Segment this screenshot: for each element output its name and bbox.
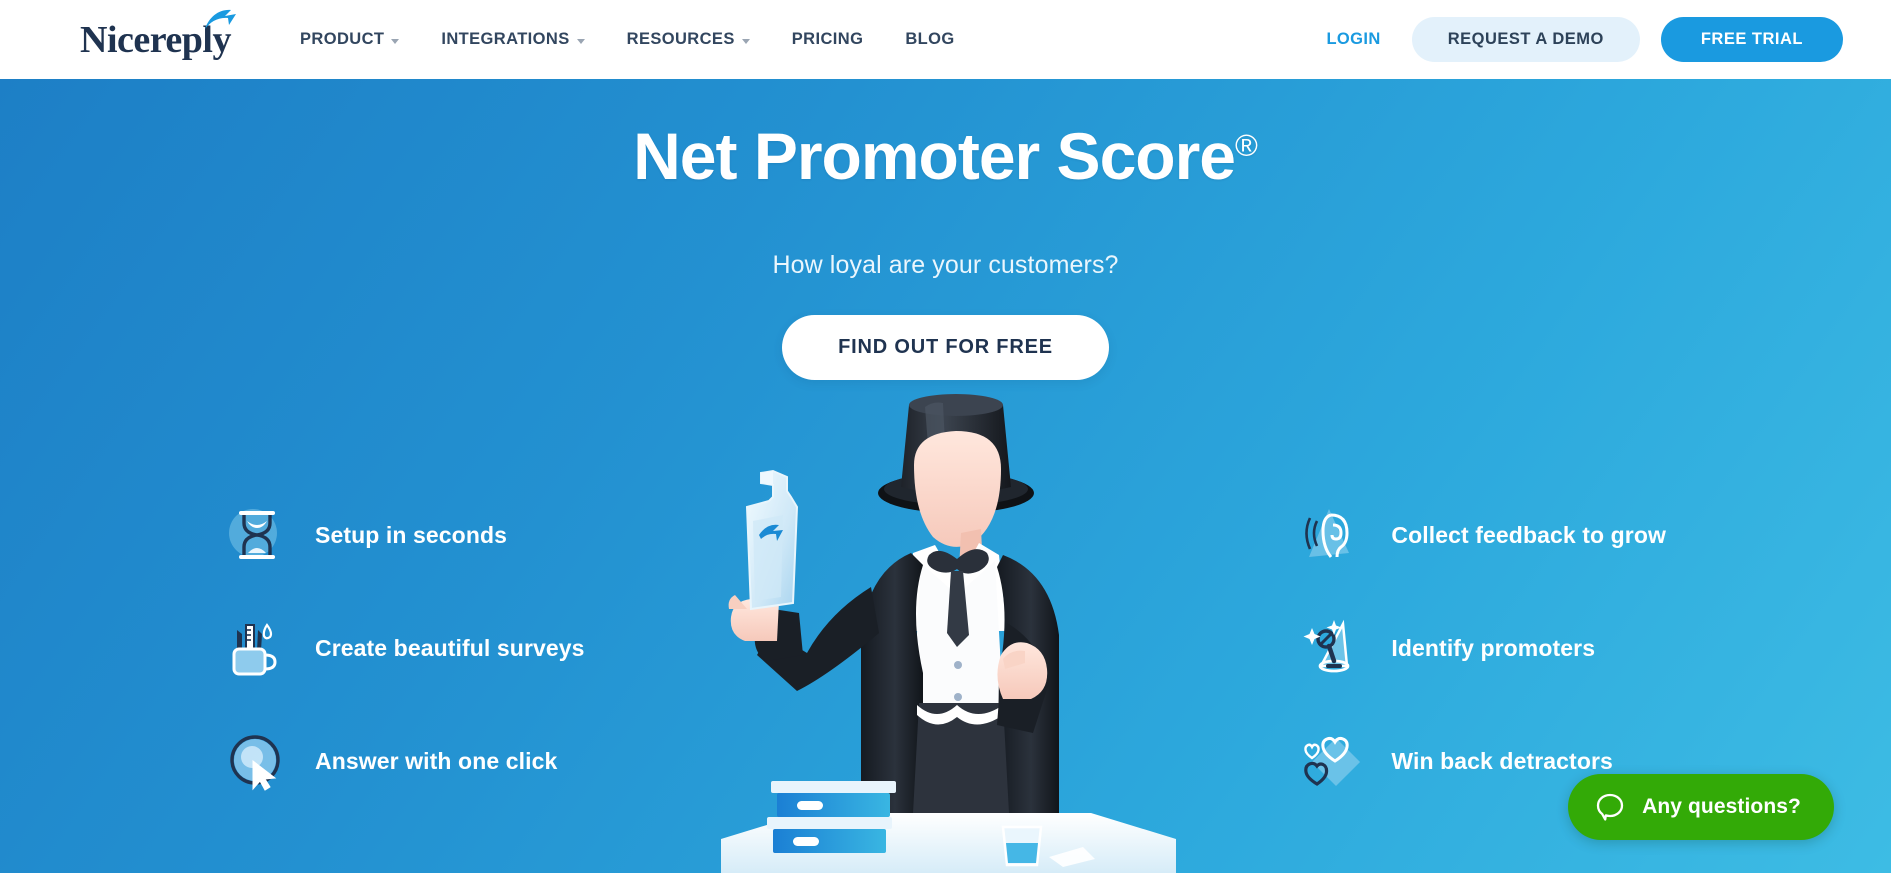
hourglass-icon [225, 503, 289, 567]
nav-label: PRODUCT [299, 30, 385, 48]
chevron-down-icon [576, 38, 585, 44]
nav-item-resources[interactable]: RESOURCES [606, 30, 771, 49]
nav-label: BLOG [905, 30, 955, 48]
nav-item-product[interactable]: PRODUCT [279, 30, 420, 49]
hero-section: Net Promoter Score® How loyal are your c… [0, 79, 1891, 873]
feature-column-left: Setup in seconds Create beautiful survey… [225, 499, 585, 797]
feature-label: Collect feedback to grow [1391, 521, 1666, 548]
nav-label: RESOURCES [626, 30, 735, 48]
nav-label: INTEGRATIONS [441, 30, 570, 48]
pen-mug-icon [225, 616, 289, 680]
feature-collect-feedback-to-grow[interactable]: Collect feedback to grow [1301, 499, 1666, 571]
arrow-swoosh-icon [204, 9, 236, 29]
find-out-for-free-button[interactable]: FIND OUT FOR FREE [782, 315, 1109, 380]
chevron-down-icon [741, 38, 750, 44]
login-link[interactable]: LOGIN [1316, 30, 1390, 49]
registered-trademark-icon: ® [1235, 128, 1258, 163]
request-demo-button[interactable]: REQUEST A DEMO [1411, 17, 1640, 62]
hero-subtitle: How loyal are your customers? [772, 251, 1119, 279]
feature-create-beautiful-surveys[interactable]: Create beautiful surveys [225, 612, 585, 684]
feature-identify-promoters[interactable]: Identify promoters [1301, 612, 1666, 684]
salesman-with-bottle-illustration [720, 394, 1176, 873]
feature-label: Answer with one click [315, 747, 558, 774]
feature-label: Setup in seconds [315, 521, 508, 548]
feature-label: Win back detractors [1391, 747, 1613, 774]
cursor-click-icon [225, 729, 289, 793]
nav-item-pricing[interactable]: PRICING [771, 30, 885, 49]
page-title: Net Promoter Score® [0, 79, 1891, 189]
chevron-down-icon [391, 38, 400, 44]
feature-column-right: Collect feedback to grow Identify promot… [1301, 499, 1666, 797]
header-actions: LOGIN REQUEST A DEMO FREE TRIAL [1316, 17, 1843, 62]
nav-label: PRICING [791, 30, 864, 48]
hero-cta-container: FIND OUT FOR FREE [0, 315, 1891, 380]
site-header: Nicereply PRODUCT INTEGRATIONS RESOURCES… [0, 0, 1891, 79]
nav-item-blog[interactable]: BLOG [884, 30, 975, 49]
spotlight-magnifier-icon [1301, 616, 1365, 680]
main-navigation: PRODUCT INTEGRATIONS RESOURCES PRICING B… [279, 30, 976, 49]
nicereply-logo[interactable]: Nicereply [80, 9, 236, 59]
chat-widget-label: Any questions? [1642, 795, 1801, 818]
feature-label: Identify promoters [1391, 634, 1596, 661]
nav-item-integrations[interactable]: INTEGRATIONS [420, 30, 605, 49]
page-title-text: Net Promoter Score [633, 119, 1236, 193]
chat-widget-button[interactable]: Any questions? [1568, 774, 1834, 840]
free-trial-button[interactable]: FREE TRIAL [1660, 17, 1843, 62]
feature-setup-in-seconds[interactable]: Setup in seconds [225, 499, 585, 571]
hearts-icon [1301, 729, 1365, 793]
feature-answer-with-one-click[interactable]: Answer with one click [225, 725, 585, 797]
chat-bubble-icon [1596, 793, 1624, 821]
feature-label: Create beautiful surveys [315, 634, 585, 661]
listening-ear-icon [1301, 503, 1365, 567]
